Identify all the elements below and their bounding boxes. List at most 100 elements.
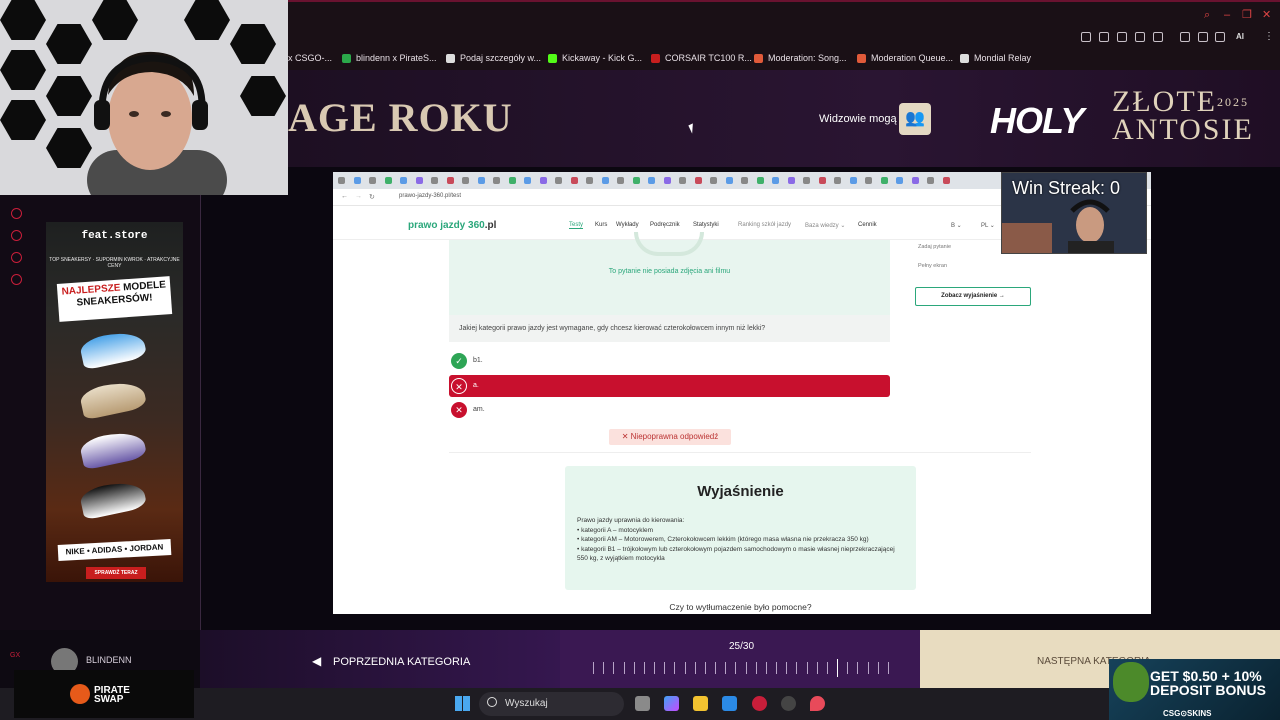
answer-a[interactable]: a. xyxy=(473,382,479,389)
bookmark-item[interactable]: Moderation Queue... xyxy=(857,53,953,63)
browser-tab[interactable] xyxy=(834,177,841,184)
site-logo[interactable]: prawo jazdy 360.pl xyxy=(408,220,496,231)
clock-icon[interactable] xyxy=(11,230,22,241)
nav-link[interactable]: Podręcznik xyxy=(650,222,680,228)
browser-tab[interactable] xyxy=(694,177,702,184)
bookmark-item[interactable]: Mondial Relay xyxy=(960,53,1031,63)
browser-tab[interactable] xyxy=(818,177,826,184)
restore-icon[interactable]: ❐ xyxy=(1242,10,1253,21)
url-text[interactable]: prawo-jazdy-360.pl/test xyxy=(399,193,461,199)
browser-tab[interactable] xyxy=(772,177,779,184)
browser-tab[interactable] xyxy=(865,177,872,184)
extensions-icon[interactable] xyxy=(1180,32,1190,42)
chat-icon[interactable] xyxy=(11,252,22,263)
nav-link[interactable]: Cennik xyxy=(858,222,877,228)
search-label[interactable]: Wyszukaj xyxy=(505,698,548,709)
browser-tab[interactable] xyxy=(648,177,655,184)
task-view-icon[interactable] xyxy=(635,696,650,711)
browser-tab[interactable] xyxy=(849,177,857,184)
windows-start-icon[interactable] xyxy=(455,696,470,711)
browser-tab[interactable] xyxy=(787,177,795,184)
bookmark-item[interactable]: Podaj szczegóły w... xyxy=(446,53,541,63)
close-icon[interactable]: ✕ xyxy=(1262,10,1273,21)
store-icon[interactable] xyxy=(722,696,737,711)
browser-tab[interactable] xyxy=(741,177,748,184)
back-icon[interactable]: ← xyxy=(341,193,348,200)
minimize-icon[interactable]: – xyxy=(1224,10,1235,21)
browser-tab[interactable] xyxy=(586,177,593,184)
nav-link[interactable]: Kurs xyxy=(595,222,607,228)
ad-cta-button[interactable]: SPRAWDŹ TERAZ xyxy=(86,567,146,579)
people-icon[interactable]: 👥 xyxy=(899,103,931,135)
nav-link[interactable]: Ranking szkół jazdy xyxy=(738,222,791,228)
nav-link[interactable]: Baza wiedzy ⌄ xyxy=(805,222,845,229)
browser-tab[interactable] xyxy=(369,177,376,184)
forward-icon[interactable]: → xyxy=(355,193,362,200)
browser-tab[interactable] xyxy=(508,177,516,184)
browser-tab[interactable] xyxy=(880,177,888,184)
reload-icon[interactable]: ↻ xyxy=(369,193,375,201)
browser-tab[interactable] xyxy=(493,177,500,184)
browser-tab[interactable] xyxy=(462,177,469,184)
opera-gx-icon[interactable] xyxy=(752,696,767,711)
download-icon[interactable] xyxy=(1215,32,1225,42)
copilot-icon[interactable] xyxy=(664,696,679,711)
browser-tab[interactable] xyxy=(570,177,578,184)
browser-tab[interactable] xyxy=(756,177,764,184)
browser-tab[interactable] xyxy=(632,177,640,184)
screenshot-icon[interactable] xyxy=(1099,32,1109,42)
browser-tab[interactable] xyxy=(725,177,733,184)
browser-tab[interactable] xyxy=(679,177,686,184)
search-icon[interactable]: ⌕ xyxy=(1204,10,1215,21)
browser-tab[interactable] xyxy=(338,177,345,184)
bookmark-item[interactable]: Kickaway - Kick G... xyxy=(548,53,642,63)
browser-tab[interactable] xyxy=(803,177,810,184)
browser-tab[interactable] xyxy=(927,177,934,184)
obs-icon[interactable] xyxy=(781,696,796,711)
pin-icon[interactable] xyxy=(1081,32,1091,42)
browser-tab[interactable] xyxy=(384,177,392,184)
browser-tab[interactable] xyxy=(911,177,919,184)
browser-tab[interactable] xyxy=(896,177,903,184)
bookmark-item[interactable]: Moderation: Song... xyxy=(754,53,847,63)
taskbar-search[interactable] xyxy=(479,692,624,716)
record-icon[interactable] xyxy=(11,208,22,219)
see-explanation-button[interactable]: Zobacz wyjaśnienie → xyxy=(915,287,1031,306)
settings-icon[interactable] xyxy=(11,274,22,285)
browser-tab[interactable] xyxy=(942,177,950,184)
language-select[interactable]: PL ⌄ xyxy=(981,222,995,229)
maps-icon[interactable] xyxy=(810,696,825,711)
selected-answer-bar[interactable] xyxy=(449,375,890,397)
nav-link[interactable]: Statystyki xyxy=(693,222,719,228)
ai-button[interactable]: AI xyxy=(1236,32,1244,41)
folder-icon[interactable] xyxy=(693,696,708,711)
heart-icon[interactable] xyxy=(1153,32,1163,42)
browser-tab[interactable] xyxy=(400,177,407,184)
browser-tab[interactable] xyxy=(524,177,531,184)
menu-icon[interactable]: ⋮ xyxy=(1264,31,1274,42)
shield-icon[interactable] xyxy=(1117,32,1127,42)
nav-link[interactable]: Wykłady xyxy=(616,222,639,228)
browser-tab[interactable] xyxy=(415,177,423,184)
browser-tab[interactable] xyxy=(446,177,454,184)
fullscreen-link[interactable]: Pełny ekran xyxy=(918,263,947,269)
browser-tab[interactable] xyxy=(431,177,438,184)
bookmark-item[interactable]: CORSAIR TC100 R... xyxy=(651,53,752,63)
browser-tab[interactable] xyxy=(710,177,717,184)
prev-category-label[interactable]: POPRZEDNIA KATEGORIA xyxy=(333,656,470,668)
play-icon[interactable] xyxy=(1135,32,1145,42)
ask-question-link[interactable]: Zadaj pytanie xyxy=(918,244,951,250)
browser-tab[interactable] xyxy=(663,177,671,184)
share-icon[interactable] xyxy=(1198,32,1208,42)
browser-tab[interactable] xyxy=(617,177,624,184)
browser-tab[interactable] xyxy=(555,177,562,184)
browser-tab[interactable] xyxy=(539,177,547,184)
bookmark-item[interactable]: blindenn x PirateS... xyxy=(342,53,437,63)
bookmark-item[interactable]: x CSGO-... xyxy=(288,53,332,63)
answer-am[interactable]: am. xyxy=(473,406,485,413)
nav-link[interactable]: Testy xyxy=(569,222,584,229)
browser-tab[interactable] xyxy=(353,177,361,184)
browser-tab[interactable] xyxy=(477,177,485,184)
sneaker-ad[interactable]: feat.store TOP SNEAKERSY · SUPORMIN KWRO… xyxy=(46,222,183,582)
browser-tab[interactable] xyxy=(601,177,609,184)
